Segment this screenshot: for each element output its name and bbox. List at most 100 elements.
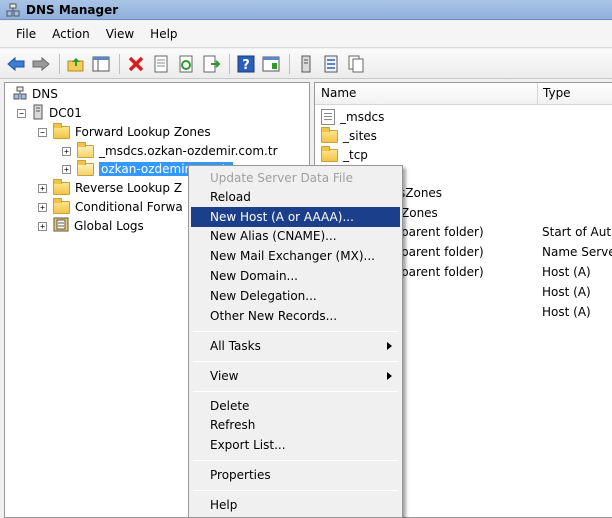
menu-item-help[interactable]: Help xyxy=(191,495,400,515)
menu-separator xyxy=(193,460,398,461)
list-item-type: Host (A) xyxy=(542,305,591,319)
menu-help[interactable]: Help xyxy=(142,25,185,43)
menu-item-label: View xyxy=(210,369,239,383)
column-divider[interactable] xyxy=(537,83,538,105)
tree-label: Reverse Lookup Z xyxy=(75,181,183,195)
tree-item-msdcs-zone[interactable]: + _msdcs.ozkan-ozdemir.com.tr xyxy=(62,141,278,160)
menu-item-refresh[interactable]: Refresh xyxy=(191,415,400,435)
tree-label: DC01 xyxy=(49,106,82,120)
submenu-arrow-icon xyxy=(387,342,392,350)
tree-item-global-logs[interactable]: + Global Logs xyxy=(38,217,144,235)
collapse-icon[interactable]: − xyxy=(17,108,26,118)
server-icon[interactable] xyxy=(296,54,316,74)
toolbar: ? xyxy=(0,49,612,79)
folder-icon xyxy=(53,122,70,139)
svg-text:?: ? xyxy=(242,58,250,73)
menu-item-all-tasks[interactable]: All Tasks xyxy=(191,336,400,356)
zone-icon xyxy=(77,159,94,176)
tree-item-conditional-forwarders[interactable]: + Conditional Forwa xyxy=(38,197,183,216)
list-item-name: _msdcs xyxy=(340,110,385,124)
export-icon[interactable] xyxy=(201,54,221,74)
toolbar-separator xyxy=(289,53,290,74)
tree-label: DNS xyxy=(32,87,58,101)
window-title: DNS Manager xyxy=(26,2,119,17)
menu-separator xyxy=(193,490,398,491)
folder-icon xyxy=(53,178,70,195)
show-hide-tree-icon[interactable] xyxy=(91,54,111,74)
list-item[interactable]: _tcp xyxy=(321,145,368,165)
copy-icon[interactable] xyxy=(346,54,366,74)
list-item-type: Host (A) xyxy=(542,285,591,299)
list-item-name: _tcp xyxy=(343,148,368,162)
list-item-name[interactable]: parent folder) xyxy=(401,225,484,239)
list-item[interactable]: _sites xyxy=(321,126,377,146)
menu-item-new-delegation[interactable]: New Delegation... xyxy=(191,286,400,306)
folder-icon xyxy=(321,145,338,162)
column-header-type[interactable]: Type xyxy=(543,86,571,100)
refresh-icon[interactable] xyxy=(176,54,196,74)
toolbar-separator xyxy=(59,53,60,74)
menu-item-new-host[interactable]: New Host (A or AAAA)... xyxy=(191,207,400,227)
folder-icon xyxy=(321,126,338,143)
list-item-type: Host (A) xyxy=(542,265,591,279)
folder-icon xyxy=(53,197,70,214)
menu-file[interactable]: File xyxy=(8,25,44,43)
dns-app-icon xyxy=(6,3,20,17)
expand-icon[interactable]: + xyxy=(62,146,71,156)
log-icon xyxy=(53,217,69,235)
tree-label: Conditional Forwa xyxy=(75,200,183,214)
tree-item-reverse-lookup-zones[interactable]: + Reverse Lookup Z xyxy=(38,178,183,197)
list-item-name[interactable]: Zones xyxy=(401,206,438,220)
menu-view[interactable]: View xyxy=(98,25,142,43)
menu-item-new-alias[interactable]: New Alias (CNAME)... xyxy=(191,226,400,246)
menu-item-new-domain[interactable]: New Domain... xyxy=(191,266,400,286)
list-icon[interactable] xyxy=(321,54,341,74)
list-item-type: Name Serve xyxy=(542,245,612,259)
tree-item-dns[interactable]: DNS xyxy=(13,85,58,103)
menu-item-reload[interactable]: Reload xyxy=(191,187,400,207)
menu-bar: File Action View Help xyxy=(0,21,612,48)
tree-item-forward-lookup-zones[interactable]: − Forward Lookup Zones xyxy=(38,122,211,141)
up-folder-icon[interactable] xyxy=(66,54,86,74)
collapse-icon[interactable]: − xyxy=(38,127,47,137)
delete-icon[interactable] xyxy=(126,54,146,74)
menu-item-new-mail-exchanger[interactable]: New Mail Exchanger (MX)... xyxy=(191,246,400,266)
menu-separator xyxy=(193,361,398,362)
server-icon xyxy=(32,104,44,123)
menu-item-other-new-records[interactable]: Other New Records... xyxy=(191,306,400,326)
help-icon[interactable]: ? xyxy=(236,54,256,74)
menu-item-view[interactable]: View xyxy=(191,366,400,386)
tree-label: Global Logs xyxy=(74,219,144,233)
console-icon[interactable] xyxy=(261,54,281,74)
expand-icon[interactable]: + xyxy=(38,183,47,193)
list-item-name: _sites xyxy=(343,129,377,143)
menu-item-delete[interactable]: Delete xyxy=(191,396,400,416)
properties-icon[interactable] xyxy=(151,54,171,74)
list-item-name[interactable]: parent folder) xyxy=(401,265,484,279)
list-header: Name Type xyxy=(315,83,612,105)
expand-icon[interactable]: + xyxy=(38,202,47,212)
back-icon[interactable] xyxy=(6,54,26,74)
menu-item-label: All Tasks xyxy=(210,339,261,353)
list-item-name[interactable]: parent folder) xyxy=(401,245,484,259)
title-bar: DNS Manager xyxy=(0,0,612,20)
list-item-name[interactable]: sZones xyxy=(399,186,442,200)
column-header-name[interactable]: Name xyxy=(321,86,356,100)
forward-icon[interactable] xyxy=(31,54,51,74)
menu-item-properties[interactable]: Properties xyxy=(191,465,400,485)
tree-item-dc01[interactable]: − DC01 xyxy=(17,104,82,122)
menu-separator xyxy=(193,391,398,392)
toolbar-separator xyxy=(119,53,120,74)
submenu-arrow-icon xyxy=(387,372,392,380)
toolbar-separator xyxy=(229,53,230,74)
tree-label: _msdcs.ozkan-ozdemir.com.tr xyxy=(99,144,278,158)
expand-icon[interactable]: + xyxy=(38,221,47,231)
menu-item-export-list[interactable]: Export List... xyxy=(191,435,400,455)
context-menu: Update Server Data File Reload New Host … xyxy=(188,165,403,518)
menu-item-update-server-data-file[interactable]: Update Server Data File xyxy=(191,168,400,188)
expand-icon[interactable]: + xyxy=(62,164,71,174)
list-item-type: Start of Aut xyxy=(542,225,612,239)
tree-label: Forward Lookup Zones xyxy=(75,125,211,139)
list-item[interactable]: _msdcs xyxy=(321,107,384,127)
menu-action[interactable]: Action xyxy=(44,25,98,43)
